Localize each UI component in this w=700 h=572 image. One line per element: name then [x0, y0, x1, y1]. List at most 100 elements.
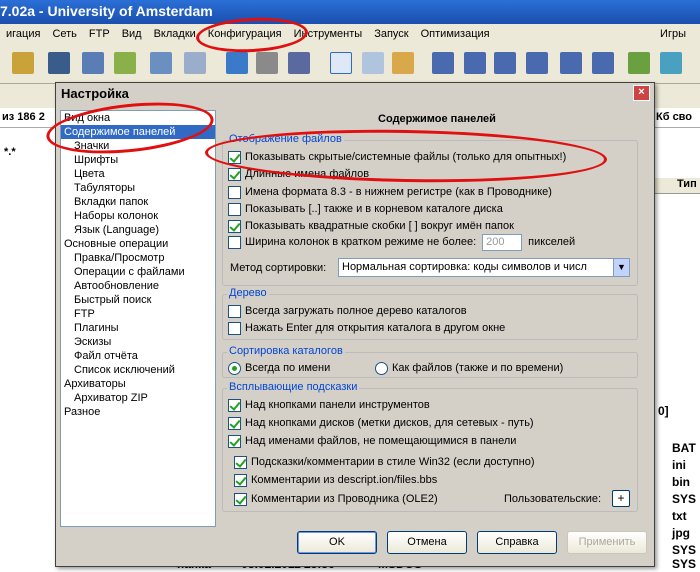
tree-item-basic-operations[interactable]: Основные операции	[61, 237, 215, 251]
menu-item-network[interactable]: Сеть	[46, 28, 82, 40]
radio-button[interactable]	[375, 361, 388, 375]
document-icon[interactable]	[288, 52, 310, 74]
help-button[interactable]: Справка	[477, 531, 557, 554]
tree-item-autorefresh[interactable]: Автообновление	[61, 279, 215, 293]
checkbox[interactable]	[228, 219, 241, 233]
star-icon[interactable]	[330, 52, 352, 74]
tree-item-tabulators[interactable]: Табуляторы	[61, 181, 215, 195]
checkbox[interactable]	[228, 321, 241, 335]
option-lowercase-83[interactable]: Имена формата 8.3 - в нижнем регистре (к…	[228, 184, 552, 200]
globe-icon[interactable]	[226, 52, 248, 74]
tree-item-plugins[interactable]: Плагины	[61, 321, 215, 335]
tree-item-fonts[interactable]: Шрифты	[61, 153, 215, 167]
checklist-icon[interactable]	[184, 52, 206, 74]
sort-method-select[interactable]: Нормальная сортировка: коды символов и ч…	[338, 258, 630, 277]
file-ext: jpg	[672, 526, 690, 540]
option-enter-other-window[interactable]: Нажать Enter для открытия каталога в дру…	[228, 320, 505, 336]
tree-item-quick-search[interactable]: Быстрый поиск	[61, 293, 215, 307]
checkbox[interactable]	[234, 473, 247, 487]
panel-icon[interactable]	[560, 52, 582, 74]
menu-item-view[interactable]: Вид	[116, 28, 148, 40]
radio-sort-as-files[interactable]: Как файлов (также и по времени)	[375, 360, 563, 376]
width-unit-label: пикселей	[528, 236, 576, 248]
sort-icon[interactable]	[150, 52, 172, 74]
custom-tooltips-button[interactable]: +	[612, 490, 630, 507]
menu-item-tabs[interactable]: Вкладки	[148, 28, 202, 40]
archive-icon[interactable]	[256, 52, 278, 74]
tree-item-colors[interactable]: Цвета	[61, 167, 215, 181]
checkbox[interactable]	[228, 416, 241, 430]
user-icon[interactable]	[628, 52, 650, 74]
file-ext: SYS	[672, 543, 697, 557]
tree-item-language[interactable]: Язык (Language)	[61, 223, 215, 237]
tree-item-archivers[interactable]: Архиваторы	[61, 377, 215, 391]
checkbox[interactable]	[234, 492, 247, 506]
checkbox[interactable]	[228, 398, 241, 412]
checkbox[interactable]	[228, 202, 241, 216]
panel-icon[interactable]	[432, 52, 454, 74]
checkbox[interactable]	[228, 185, 241, 199]
tree-item-column-sets[interactable]: Наборы колонок	[61, 209, 215, 223]
menu-item-optimization[interactable]: Оптимизация	[415, 28, 496, 40]
option-label: Над кнопками дисков (метки дисков, для с…	[245, 417, 534, 429]
checkbox[interactable]	[234, 455, 247, 469]
notepad-icon[interactable]	[392, 52, 414, 74]
checkbox[interactable]	[228, 235, 241, 249]
network-icon[interactable]	[660, 52, 682, 74]
option-show-dotdot[interactable]: Показывать [..] также и в корневом катал…	[228, 201, 503, 217]
option-comments-explorer[interactable]: Комментарии из Проводника (OLE2)	[234, 491, 438, 507]
column-width-input[interactable]: 200	[482, 233, 523, 251]
option-tooltip-drives[interactable]: Над кнопками дисков (метки дисков, для с…	[228, 415, 534, 431]
tree-item-zip-archiver[interactable]: Архиватор ZIP	[61, 391, 215, 405]
option-column-width[interactable]: Ширина колонок в кратком режиме не более…	[228, 233, 576, 251]
radio-button[interactable]	[228, 361, 241, 375]
option-comments-descript[interactable]: Комментарии из descript.ion/files.bbs	[234, 472, 437, 488]
group-legend: Сортировка каталогов	[227, 345, 345, 357]
checkbox[interactable]	[228, 304, 241, 318]
group-legend: Дерево	[227, 287, 269, 299]
option-tooltip-win32[interactable]: Подсказки/комментарии в стиле Win32 (есл…	[234, 454, 535, 470]
option-square-brackets[interactable]: Показывать квадратные скобки [ ] вокруг …	[228, 218, 514, 234]
menu-item-ftp[interactable]: FTP	[83, 28, 116, 40]
column-header-type[interactable]: Тип	[655, 178, 700, 194]
file-ext: txt	[672, 509, 687, 523]
tree-item-edit-view[interactable]: Правка/Просмотр	[61, 251, 215, 265]
tree-item-thumbnails[interactable]: Эскизы	[61, 335, 215, 349]
tree-item-log-file[interactable]: Файл отчёта	[61, 349, 215, 363]
cancel-button[interactable]: Отмена	[387, 531, 467, 554]
tree-icon[interactable]	[114, 52, 136, 74]
panel-icon[interactable]	[592, 52, 614, 74]
tree-item-folder-tabs[interactable]: Вкладки папок	[61, 195, 215, 209]
checkbox[interactable]	[228, 167, 241, 181]
group-legend: Всплывающие подсказки	[227, 381, 360, 393]
panel-icon[interactable]	[464, 52, 486, 74]
radio-sort-by-name[interactable]: Всегда по имени	[228, 360, 330, 376]
apply-button[interactable]: Применить	[567, 531, 647, 554]
option-label: Показывать квадратные скобки [ ] вокруг …	[245, 220, 514, 232]
tree-item-file-operations[interactable]: Операции с файлами	[61, 265, 215, 279]
file-ext: BAT	[672, 441, 696, 455]
option-full-tree[interactable]: Всегда загружать полное дерево каталогов	[228, 303, 467, 319]
menu-item-games[interactable]: Игры	[654, 28, 692, 40]
chevron-down-icon[interactable]: ▼	[613, 259, 629, 276]
ok-button[interactable]: OK	[297, 531, 377, 554]
tree-item-ignore-list[interactable]: Список исключений	[61, 363, 215, 377]
main-toolbar	[0, 44, 700, 84]
option-label: Над кнопками панели инструментов	[245, 399, 430, 411]
panel-icon[interactable]	[494, 52, 516, 74]
option-label: Всегда по имени	[245, 362, 331, 374]
tree-item-ftp[interactable]: FTP	[61, 307, 215, 321]
option-tooltip-toolbar[interactable]: Над кнопками панели инструментов	[228, 397, 430, 413]
tree-item-misc[interactable]: Разное	[61, 405, 215, 419]
panel-icon[interactable]	[526, 52, 548, 74]
close-icon[interactable]: ×	[633, 85, 650, 101]
compare-icon[interactable]	[82, 52, 104, 74]
file-ext: ini	[672, 458, 686, 472]
option-tooltip-filenames[interactable]: Над именами файлов, не помещающимися в п…	[228, 433, 516, 449]
menu-item-launch[interactable]: Запуск	[368, 28, 414, 40]
menu-item-navigation[interactable]: игация	[0, 28, 46, 40]
books-icon[interactable]	[48, 52, 70, 74]
wrench-icon[interactable]	[12, 52, 34, 74]
checkbox[interactable]	[228, 434, 241, 448]
magnifier-icon[interactable]	[362, 52, 384, 74]
